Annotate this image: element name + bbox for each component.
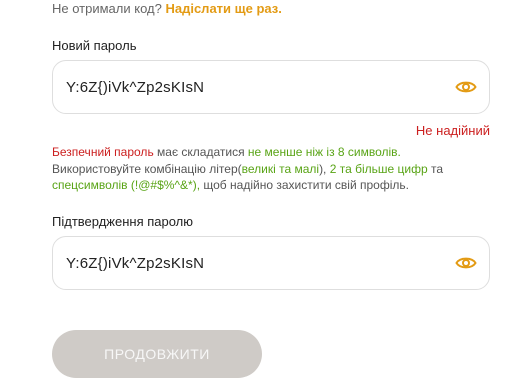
eye-icon[interactable] (455, 76, 477, 98)
eye-icon[interactable] (455, 252, 477, 274)
continue-button[interactable]: ПРОДОВЖИТИ (52, 330, 262, 378)
hint-text: має складатися (153, 145, 248, 159)
confirm-password-value[interactable]: Y:6Z{)iVk^Zp2sKIsN (66, 255, 455, 272)
hint-special-chars: спецсимволів (!@#$%^&*), (52, 178, 201, 192)
resend-link[interactable]: Надіслати ще раз. (165, 1, 281, 16)
resend-question: Не отримали код? (52, 1, 162, 16)
hint-text: щоб надійно захистити свій профіль. (200, 178, 409, 192)
confirm-password-field[interactable]: Y:6Z{)iVk^Zp2sKIsN (52, 236, 490, 290)
confirm-password-label: Підтвердження паролю (52, 214, 193, 229)
hint-text: ), (319, 161, 330, 176)
new-password-field[interactable]: Y:6Z{)iVk^Zp2sKIsN (52, 60, 490, 114)
hint-text: Використовуйте комбінацію літер( (52, 161, 242, 176)
password-strength-indicator: Не надійний (415, 123, 490, 138)
hint-min-length: не менше ніж із 8 символів. (247, 145, 401, 159)
hint-text: та (427, 161, 444, 176)
resend-code-row: Не отримали код? Надіслати ще раз. (52, 1, 282, 16)
new-password-value[interactable]: Y:6Z{)iVk^Zp2sKIsN (66, 79, 455, 96)
hint-digits: 2 та більше цифр (329, 161, 428, 176)
password-hint: Безпечний пароль має складатися не менше… (52, 144, 472, 194)
hint-case: великі та малі (241, 161, 320, 176)
new-password-label: Новий пароль (52, 38, 137, 53)
hint-secure-password: Безпечний пароль (52, 145, 154, 159)
